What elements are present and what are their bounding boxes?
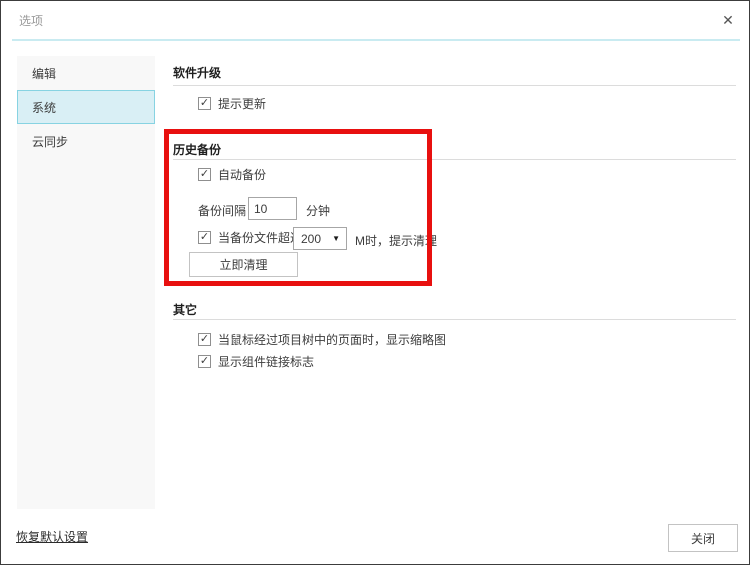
- show-link-mark-label: 显示组件链接标志: [218, 355, 315, 369]
- auto-backup-checkbox[interactable]: ✓: [198, 168, 211, 181]
- row-prompt-update: ✓ 提示更新: [198, 95, 266, 112]
- section-title-other: 其它: [173, 303, 198, 317]
- backup-interval-input[interactable]: [248, 197, 297, 220]
- close-button[interactable]: 关闭: [668, 524, 738, 552]
- sidebar-item-cloud-sync[interactable]: 云同步: [17, 124, 155, 158]
- section-title-software-upgrade: 软件升级: [173, 66, 222, 80]
- row-show-link-mark: ✓ 显示组件链接标志: [198, 353, 314, 370]
- backup-size-value: 200: [301, 231, 322, 246]
- sidebar-item-label: 云同步: [32, 134, 69, 149]
- backup-size-checkbox[interactable]: ✓: [198, 231, 211, 244]
- dialog-title: 选项: [19, 14, 44, 28]
- row-show-thumbnail: ✓ 当鼠标经过项目树中的页面时，显示缩略图: [198, 331, 446, 348]
- section-divider: [173, 159, 736, 160]
- prompt-update-checkbox[interactable]: ✓: [198, 97, 211, 110]
- section-divider: [173, 85, 736, 86]
- sidebar-item-label: 编辑: [32, 66, 57, 81]
- backup-size-suffix: M时，提示清理: [355, 234, 437, 248]
- row-auto-backup: ✓ 自动备份: [198, 166, 266, 183]
- chevron-down-icon: ▼: [332, 234, 340, 243]
- auto-backup-label: 自动备份: [218, 168, 267, 182]
- row-backup-size: ✓ 当备份文件超过: [198, 229, 302, 246]
- options-dialog: 选项 ✕ 编辑 系统 云同步 软件升级 ✓ 提示更新 历史备份 ✓ 自动备份 备…: [0, 0, 750, 565]
- backup-size-label: 当备份文件超过: [218, 231, 303, 245]
- sidebar-item-system[interactable]: 系统: [17, 90, 155, 124]
- section-divider: [173, 319, 736, 320]
- sidebar-item-edit[interactable]: 编辑: [17, 56, 155, 90]
- backup-size-dropdown[interactable]: 200 ▼: [293, 227, 347, 250]
- restore-defaults-link[interactable]: 恢复默认设置: [16, 528, 88, 545]
- show-thumbnail-checkbox[interactable]: ✓: [198, 333, 211, 346]
- section-title-history-backup: 历史备份: [173, 143, 222, 157]
- backup-interval-unit: 分钟: [306, 204, 331, 218]
- sidebar: 编辑 系统 云同步: [17, 56, 155, 509]
- clean-now-button[interactable]: 立即清理: [189, 252, 298, 277]
- title-separator: [12, 39, 740, 41]
- backup-interval-label: 备份间隔: [198, 204, 247, 218]
- show-link-mark-checkbox[interactable]: ✓: [198, 355, 211, 368]
- sidebar-item-label: 系统: [32, 100, 57, 115]
- show-thumbnail-label: 当鼠标经过项目树中的页面时，显示缩略图: [218, 333, 447, 347]
- prompt-update-label: 提示更新: [218, 97, 267, 111]
- close-icon[interactable]: ✕: [717, 9, 739, 31]
